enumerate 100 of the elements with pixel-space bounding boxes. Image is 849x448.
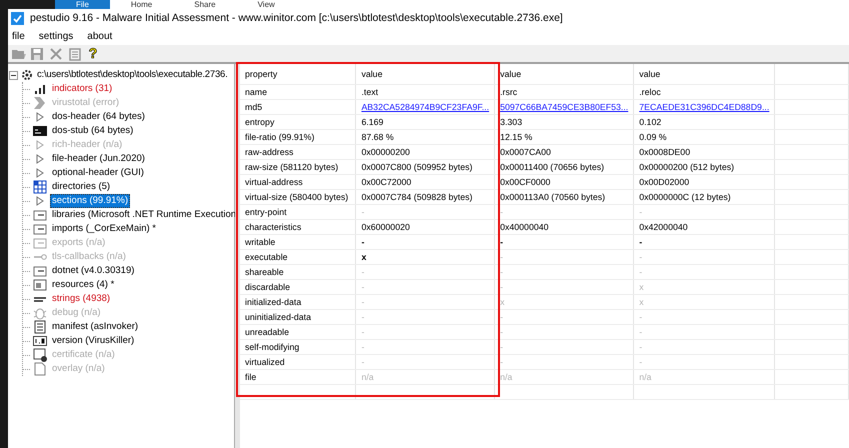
value-cell: 0x0007C784 (509828 bytes) xyxy=(356,190,495,204)
window-icon xyxy=(33,236,47,250)
hash-link[interactable]: 5097C66BA7459CE3B80EF53... xyxy=(494,100,634,114)
version-icon xyxy=(33,334,47,348)
value-cell: - xyxy=(494,340,634,354)
value-cell: .text xyxy=(356,84,495,100)
tree-item[interactable]: strings (4938) xyxy=(50,292,112,306)
property-cell: virtualized xyxy=(240,354,356,370)
ribbon-tab[interactable]: Home xyxy=(110,0,174,9)
tree-item[interactable]: optional-header (GUI) xyxy=(50,166,146,180)
collapse-icon[interactable] xyxy=(9,70,18,80)
value-cell: - xyxy=(356,324,495,340)
tree-item[interactable]: indicators (31) xyxy=(50,82,114,96)
value-cell: - xyxy=(356,310,495,324)
app-checkbox-icon xyxy=(11,12,24,24)
property-cell: md5 xyxy=(240,100,356,114)
value-cell: - xyxy=(356,340,495,354)
column-header[interactable]: property xyxy=(240,64,356,84)
value-cell: 12.15 % xyxy=(494,130,634,144)
value-cell: - xyxy=(634,354,775,370)
menu-item[interactable]: about xyxy=(85,30,114,42)
value-cell: 0x60000020 xyxy=(356,220,495,234)
tree-item[interactable]: manifest (asInvoker) xyxy=(50,320,140,334)
image-icon xyxy=(33,278,47,292)
value-cell: .reloc xyxy=(634,84,775,100)
menu-item[interactable]: file xyxy=(10,30,27,42)
value-cell: x xyxy=(634,280,775,294)
value-cell: - xyxy=(634,324,775,340)
value-cell: n/a xyxy=(634,370,775,384)
value-cell: - xyxy=(356,264,495,280)
value-cell: 0x0007C800 (509952 bytes) xyxy=(356,160,495,174)
property-cell: raw-size (581120 bytes) xyxy=(240,160,356,174)
property-cell: uninitialized-data xyxy=(240,310,356,324)
value-cell: - xyxy=(494,354,634,370)
hash-link[interactable]: AB32CA5284974B9CF23FA9F... xyxy=(356,100,495,114)
value-cell: 0x0008DE00 xyxy=(634,144,775,160)
property-cell: executable xyxy=(240,250,356,264)
column-header[interactable]: value xyxy=(356,64,495,84)
value-cell: x xyxy=(356,250,495,264)
value-cell: - xyxy=(634,204,775,220)
value-cell: 0x00011400 (70656 bytes) xyxy=(494,160,634,174)
gear-icon xyxy=(20,68,34,82)
column-header[interactable]: value xyxy=(494,64,634,84)
value-cell: .rsrc xyxy=(494,84,634,100)
value-cell: - xyxy=(634,234,775,250)
value-cell: 0x00D02000 xyxy=(634,174,775,190)
tree-item[interactable]: resources (4) * xyxy=(50,278,116,292)
ribbon-tab[interactable]: File xyxy=(55,0,110,9)
property-cell: shareable xyxy=(240,264,356,280)
bar-chart-icon xyxy=(33,82,47,96)
property-cell: entropy xyxy=(240,114,356,130)
page-icon xyxy=(33,362,47,376)
value-cell: - xyxy=(494,280,634,294)
tree-item[interactable]: sections (99.91%) xyxy=(50,194,130,208)
property-cell: self-modifying xyxy=(240,340,356,354)
value-cell: n/a xyxy=(356,370,495,384)
property-cell: file-ratio (99.91%) xyxy=(240,130,356,144)
ribbon-tab[interactable]: Share xyxy=(173,0,237,9)
value-cell: x xyxy=(494,294,634,310)
property-cell: file xyxy=(240,370,356,384)
value-cell: 0x0007CA00 xyxy=(494,144,634,160)
value-cell: 0x00C72000 xyxy=(356,174,495,190)
tree-item[interactable]: dos-stub (64 bytes) xyxy=(50,124,136,138)
tree-item[interactable]: dos-header (64 bytes) xyxy=(50,110,147,124)
property-cell: name xyxy=(240,84,356,100)
value-cell: 0x000113A0 (70560 bytes) xyxy=(494,190,634,204)
value-cell: n/a xyxy=(494,370,634,384)
value-cell: x xyxy=(634,294,775,310)
property-cell: writable xyxy=(240,234,356,250)
value-cell: - xyxy=(494,234,634,250)
tree-item[interactable]: imports (_CorExeMain) * xyxy=(50,222,158,236)
console-icon xyxy=(33,124,47,138)
value-cell: 0x00CF0000 xyxy=(494,174,634,190)
value-cell: - xyxy=(634,264,775,280)
window-icon xyxy=(33,222,47,236)
window-icon xyxy=(33,264,47,278)
document-icon xyxy=(33,320,47,334)
column-header[interactable]: value xyxy=(634,64,775,84)
value-cell: 0.102 xyxy=(634,114,775,130)
value-cell: 0.09 % xyxy=(634,130,775,144)
ribbon-tab[interactable]: View xyxy=(236,0,296,9)
property-cell: initialized-data xyxy=(240,294,356,310)
window-icon xyxy=(33,208,47,222)
value-cell: - xyxy=(634,310,775,324)
tree-item[interactable]: file-header (Jun.2020) xyxy=(50,152,147,166)
value-cell: - xyxy=(634,250,775,264)
value-cell: - xyxy=(634,340,775,354)
value-cell: - xyxy=(356,204,495,220)
tree-item[interactable]: dotnet (v4.0.30319) xyxy=(50,264,136,278)
window-title: pestudio 9.16 - Malware Initial Assessment - www.winitor.com [c:\users\btlotest\desktop\tools\executable.2736.exe] xyxy=(30,12,563,24)
property-cell: characteristics xyxy=(240,220,356,234)
value-cell: - xyxy=(494,204,634,220)
tree-item[interactable]: directories (5) xyxy=(50,180,112,194)
tree-item[interactable]: version (VirusKiller) xyxy=(50,334,136,348)
value-cell: - xyxy=(494,264,634,280)
value-cell: - xyxy=(494,310,634,324)
tree-root-item[interactable]: c:\users\btlotest\desktop\tools\executable.2736. xyxy=(36,68,229,82)
menu-item[interactable]: settings xyxy=(36,30,76,42)
value-cell: 3.303 xyxy=(494,114,634,130)
hash-link[interactable]: 7ECAEDE31C396DC4ED88D9... xyxy=(634,100,775,114)
